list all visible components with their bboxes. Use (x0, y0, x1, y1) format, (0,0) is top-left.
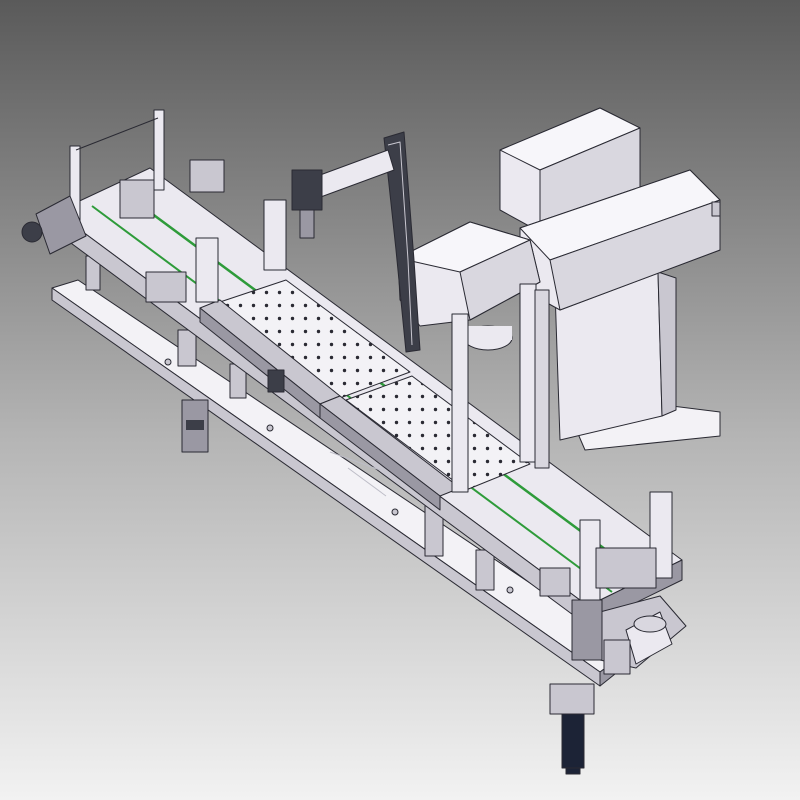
cad-viewport[interactable] (0, 0, 800, 800)
conveyor-assembly-render (0, 0, 800, 800)
